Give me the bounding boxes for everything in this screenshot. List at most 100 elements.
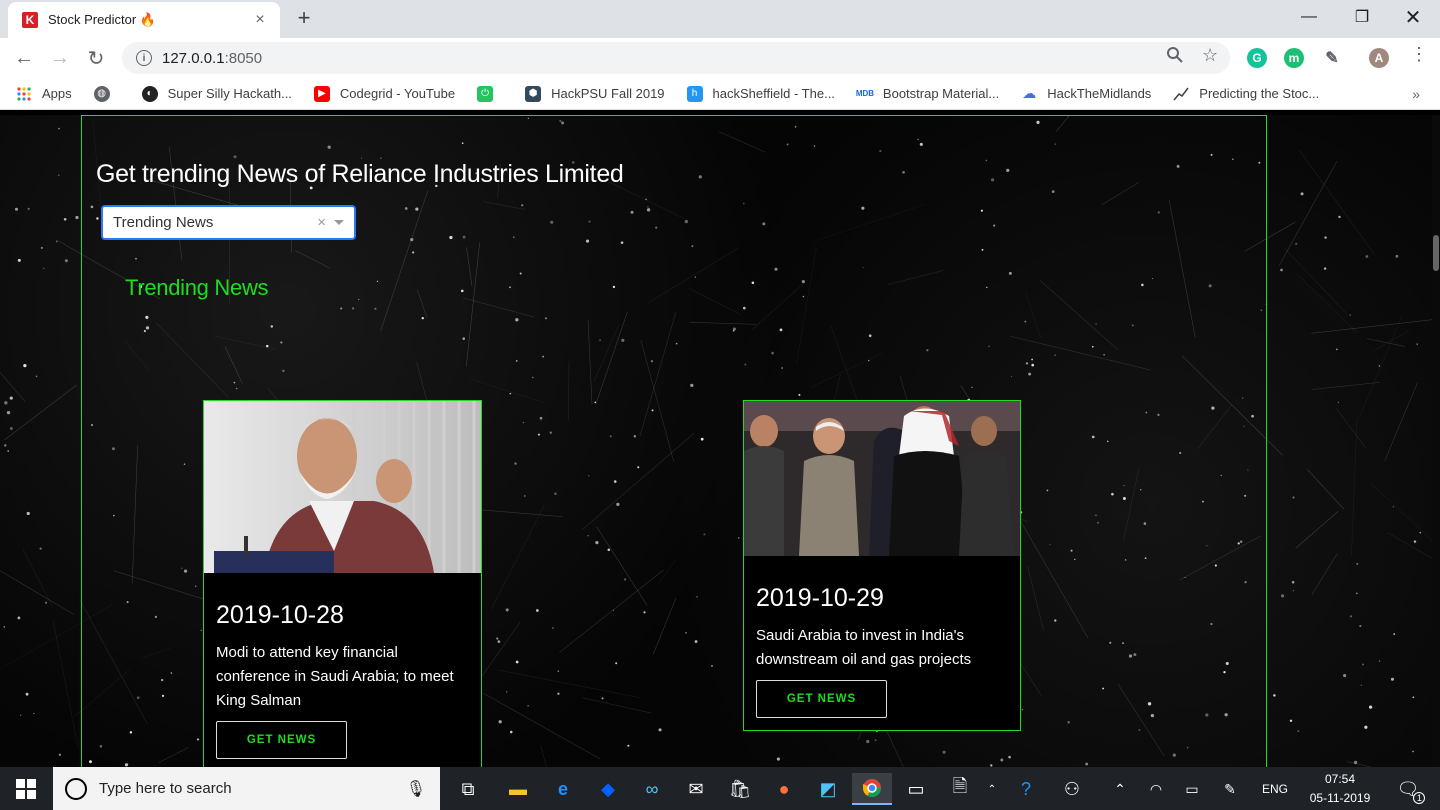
favicon-icon: K (22, 12, 38, 28)
bookmark-hacksheffield[interactable]: h hackSheffield - The... (686, 85, 835, 102)
bookmark-label: hackSheffield - The... (712, 86, 835, 101)
close-window-button[interactable]: ✕ (1390, 0, 1436, 34)
select-value: Trending News (113, 214, 214, 231)
bookmark-globe[interactable]: ◍ (93, 85, 120, 102)
bookmarks-bar: Apps ◍ ◐ Super Silly Hackath... ▶ Codegr… (0, 78, 1440, 110)
news-type-select[interactable]: Trending News × (101, 205, 356, 240)
news-date: 2019-10-29 (756, 584, 884, 612)
page-scrollbar[interactable] (1432, 115, 1440, 767)
microphone-icon[interactable]: 🎙 (406, 779, 426, 799)
bookmark-codegrid[interactable]: ▶ Codegrid - YouTube (313, 85, 456, 102)
page-viewport: Get trending News of Reliance Industries… (0, 115, 1440, 767)
system-clock[interactable]: 07:54 05-11-2019 (1305, 770, 1375, 808)
people-icon[interactable]: ⚇ (1052, 773, 1092, 805)
site-info-icon[interactable]: i (136, 50, 152, 66)
cloud-icon: ☁ (1021, 85, 1038, 102)
store-icon[interactable]: 🛍 (720, 773, 760, 805)
menu-kebab-icon[interactable]: ⋮ (1410, 44, 1428, 65)
chart-line-icon (1173, 85, 1190, 102)
file-explorer-icon[interactable]: ▬ (498, 773, 538, 805)
address-bar[interactable]: i 127.0.0.1:8050 (122, 42, 1230, 74)
zoom-icon[interactable] (1166, 46, 1184, 69)
extension-tool-icon[interactable]: ✎ (1322, 48, 1342, 68)
main-container: Get trending News of Reliance Industries… (81, 115, 1267, 767)
chrome-icon[interactable] (852, 773, 892, 805)
terminal-icon[interactable]: ▭ (896, 773, 936, 805)
power-icon: ⏻ (477, 85, 494, 102)
search-placeholder: Type here to search (99, 780, 232, 797)
extension-icon[interactable]: m (1284, 48, 1304, 68)
wifi-icon[interactable]: ◠ (1136, 773, 1176, 805)
section-title: Trending News (125, 275, 269, 300)
news-image (744, 401, 1020, 556)
news-card: 2019-10-28 Modi to attend key financial … (203, 400, 482, 767)
url-text: 127.0.0.1:8050 (162, 49, 263, 67)
tab-title: Stock Predictor 🔥 (48, 12, 156, 27)
bookmark-hackthemidlands[interactable]: ☁ HackTheMidlands (1021, 85, 1151, 102)
app-icon[interactable]: ◩ (808, 773, 848, 805)
language-indicator[interactable]: ENG (1262, 767, 1288, 810)
clock-date: 05-11-2019 (1309, 791, 1371, 805)
bookmark-apps[interactable]: Apps (16, 86, 72, 102)
hacksheffield-icon: h (686, 85, 703, 102)
minimize-button[interactable]: — (1286, 0, 1332, 34)
help-icon[interactable]: ? (1006, 773, 1046, 805)
chevron-up-icon[interactable]: ⌃ (1100, 773, 1140, 805)
taskbar-search[interactable]: Type here to search 🎙 (53, 767, 440, 810)
page-title: Get trending News of Reliance Industries… (96, 160, 624, 188)
document-icon[interactable]: 🗎 (940, 773, 980, 805)
bookmark-hackpsu[interactable]: ⬢ HackPSU Fall 2019 (525, 85, 665, 102)
hackathon-icon: ◐ (141, 85, 158, 102)
chevron-down-icon[interactable] (334, 220, 344, 225)
bookmark-power[interactable]: ⏻ (477, 85, 503, 102)
pen-icon[interactable]: ✎ (1210, 773, 1250, 805)
avatar[interactable]: A (1369, 48, 1389, 68)
get-news-button[interactable]: GET NEWS (756, 680, 887, 718)
mdb-icon: MDB (856, 85, 874, 102)
bookmark-label: Codegrid - YouTube (339, 86, 456, 101)
bookmark-label: HackPSU Fall 2019 (551, 86, 665, 101)
bookmarks-overflow-icon[interactable]: » (1412, 86, 1420, 102)
hackpsu-icon: ⬢ (525, 85, 542, 102)
infinity-icon[interactable]: ∞ (632, 773, 672, 805)
forward-arrow-icon[interactable]: → (46, 44, 74, 72)
bookmark-label: Predicting the Stoc... (1199, 86, 1320, 101)
notification-icon[interactable]: 🗨 1 (1388, 773, 1428, 805)
notification-count: 1 (1413, 791, 1426, 804)
bookmark-super-silly[interactable]: ◐ Super Silly Hackath... (141, 85, 292, 102)
bookmark-mdb[interactable]: MDB Bootstrap Material... (856, 85, 1000, 102)
news-description: Modi to attend key financial conference … (216, 644, 454, 709)
bookmark-label: Apps (42, 86, 72, 101)
cortana-icon (65, 777, 87, 800)
news-image (204, 401, 481, 573)
globe-icon: ◍ (93, 85, 110, 102)
windows-start-icon[interactable] (0, 767, 52, 810)
taskbar-scroll-icon[interactable]: ⌃ (982, 773, 1002, 805)
browser-tab[interactable]: K Stock Predictor 🔥 × (8, 2, 280, 38)
new-tab-button[interactable]: + (292, 6, 316, 30)
battery-icon[interactable]: ▭ (1172, 773, 1212, 805)
close-tab-icon[interactable]: × (250, 11, 270, 29)
bookmark-label: Bootstrap Material... (882, 86, 1000, 101)
apps-grid-icon (16, 86, 32, 102)
restore-button[interactable]: ❐ (1339, 0, 1385, 34)
grammarly-icon[interactable]: G (1247, 48, 1267, 68)
clear-icon[interactable]: × (317, 214, 326, 231)
youtube-icon: ▶ (313, 85, 330, 102)
reload-icon[interactable]: ↻ (82, 44, 110, 72)
mail-icon[interactable]: ✉ (676, 773, 716, 805)
back-arrow-icon[interactable]: ← (10, 44, 38, 72)
task-view-icon[interactable]: ⧉ (448, 773, 488, 805)
bookmark-predicting[interactable]: Predicting the Stoc... (1173, 85, 1320, 102)
browser-toolbar: ← → ↻ i 127.0.0.1:8050 ☆ G m ✎ A ⋮ (0, 38, 1440, 78)
firefox-icon[interactable]: ● (764, 773, 804, 805)
bookmark-star-icon[interactable]: ☆ (1202, 45, 1218, 66)
scrollbar-thumb[interactable] (1433, 235, 1439, 271)
news-date: 2019-10-28 (216, 601, 344, 629)
edge-icon[interactable]: e (543, 773, 583, 805)
taskbar: Type here to search 🎙 ⧉ ▬ e ◆ ∞ ✉ 🛍 ● ◩ … (0, 767, 1440, 810)
dropbox-icon[interactable]: ◆ (588, 773, 628, 805)
tab-strip: K Stock Predictor 🔥 × + — ❐ ✕ (0, 0, 1440, 38)
get-news-button[interactable]: GET NEWS (216, 721, 347, 759)
news-card: 2019-10-29 Saudi Arabia to invest in Ind… (743, 400, 1021, 731)
